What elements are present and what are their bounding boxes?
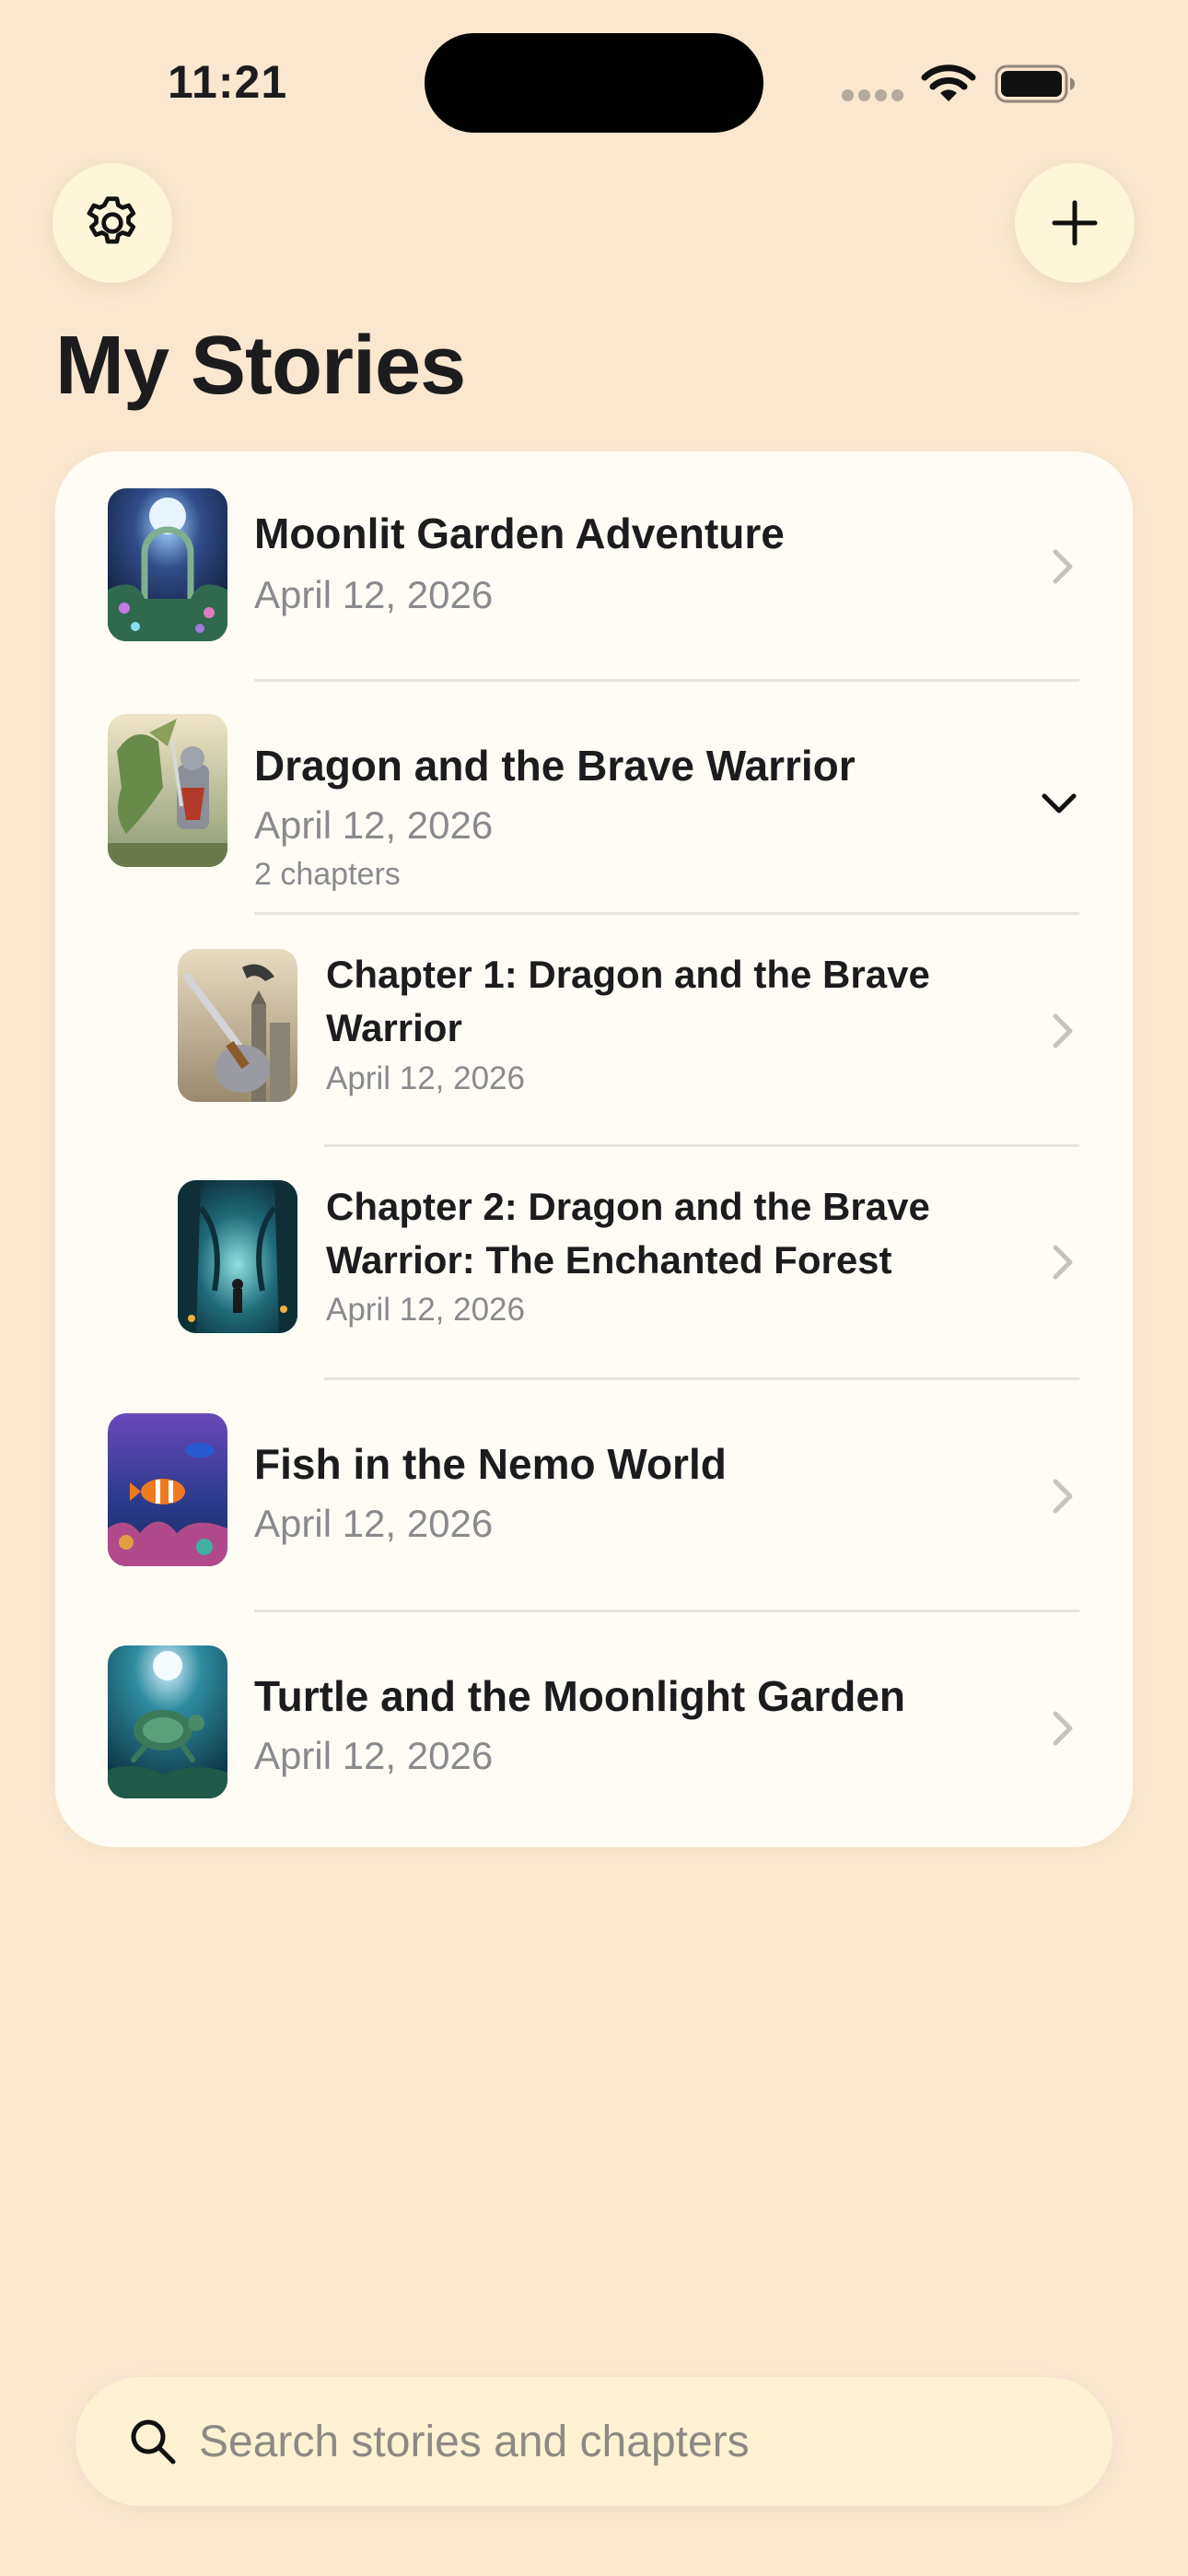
chevron-right-icon (1053, 1711, 1073, 1746)
search-bar[interactable] (76, 2377, 1112, 2506)
chevron-down-icon[interactable] (1039, 790, 1079, 817)
dragon-warrior-thumbnail (108, 714, 227, 867)
story-date: April 12, 2026 (254, 803, 494, 847)
chapter-date: April 12, 2026 (326, 1060, 525, 1096)
settings-button[interactable] (52, 163, 172, 283)
turtle-moonlight-thumbnail (108, 1645, 227, 1798)
story-row-moonlit-garden[interactable]: Moonlit Garden Adventure April 12, 2026 (55, 451, 1133, 682)
nemo-world-thumbnail (108, 1413, 227, 1566)
story-row-dragon-warrior[interactable]: Dragon and the Brave Warrior April 12, 2… (55, 682, 1133, 915)
chevron-right-icon (1053, 549, 1073, 584)
moonlit-garden-thumbnail (108, 488, 227, 641)
story-title: Turtle and the Moonlight Garden (254, 1672, 906, 1720)
chapter-row-1[interactable]: Chapter 1: Dragon and the Brave Warrior … (55, 915, 1133, 1147)
chevron-right-icon (1053, 1479, 1073, 1514)
story-title: Moonlit Garden Adventure (254, 509, 785, 557)
story-title: Fish in the Nemo World (254, 1440, 727, 1488)
cellular-dots-icon (842, 89, 904, 102)
add-story-button[interactable] (1015, 163, 1135, 283)
story-date: April 12, 2026 (254, 1734, 494, 1777)
wifi-icon (921, 64, 976, 101)
battery-icon (995, 64, 1075, 103)
story-row-nemo-world[interactable]: Fish in the Nemo World April 12, 2026 (55, 1380, 1133, 1612)
status-time: 11:21 (168, 56, 288, 108)
chevron-right-icon (1053, 1245, 1073, 1280)
story-title: Dragon and the Brave Warrior (254, 742, 856, 790)
sword-castle-thumbnail (178, 949, 297, 1102)
enchanted-forest-thumbnail (178, 1180, 297, 1333)
story-list: Moonlit Garden Adventure April 12, 2026 (55, 451, 1133, 1847)
story-date: April 12, 2026 (254, 573, 494, 616)
plus-icon (1052, 200, 1098, 246)
search-input[interactable] (199, 2408, 1065, 2475)
chapter-title: Chapter 1: Dragon and the Brave Warrior (326, 953, 930, 1049)
gear-icon (87, 196, 136, 244)
story-row-turtle-moonlight[interactable]: Turtle and the Moonlight Garden April 12… (55, 1612, 1133, 1847)
chapter-count: 2 chapters (254, 857, 401, 892)
chapter-row-2[interactable]: Chapter 2: Dragon and the Brave Warrior:… (55, 1147, 1133, 1380)
chevron-right-icon (1053, 1013, 1073, 1048)
search-icon (131, 2419, 176, 2465)
page-title: My Stories (55, 320, 466, 412)
dynamic-island (425, 33, 763, 133)
chapter-title: Chapter 2: Dragon and the Brave Warrior:… (326, 1185, 930, 1282)
chapter-date: April 12, 2026 (326, 1292, 525, 1328)
story-date: April 12, 2026 (254, 1502, 494, 1545)
